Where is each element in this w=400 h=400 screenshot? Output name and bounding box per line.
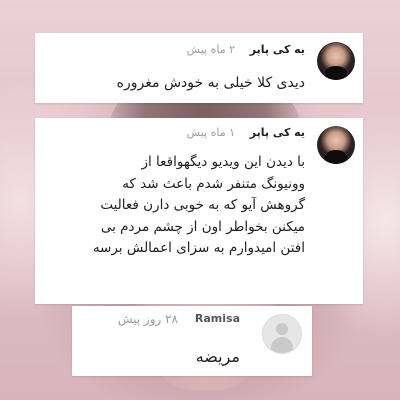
comment-line: گروهش آیو که به خوبی دارن فعالیت [100, 197, 305, 213]
comment-time: ۲۸ روز پیش [117, 312, 178, 326]
comment-card: یه کی پاپر ۱ ماه پیش با دیدن این ویدیو د… [35, 118, 363, 304]
comment-text: با دیدن این ویدیو دیگهواقعا از وونیونگ م… [93, 152, 305, 260]
comment-line: مریضه [195, 347, 240, 366]
comment-card: Ramisa ۲۸ روز پیش مریضه [72, 306, 312, 376]
comment-line: دیدی کلا خیلی به خودش مغروره [116, 75, 305, 91]
user-icon-body [271, 337, 293, 353]
user-icon-head [276, 323, 288, 335]
avatar[interactable] [262, 314, 302, 354]
comment-line: وونیونگ متنفر شدم باعث شد که [122, 175, 305, 192]
comment-text: دیدی کلا خیلی به خودش مغروره [117, 73, 305, 95]
comment-line: افتن امیدوارم به سزای اعمالش برسه [92, 240, 305, 256]
comment-author[interactable]: یه کی پاپر [250, 43, 305, 56]
avatar[interactable] [317, 42, 355, 80]
comment-line: با دیدن این ویدیو دیگهواقعا از [141, 154, 306, 170]
comment-author[interactable]: یه کی پاپر [250, 126, 305, 139]
comment-author[interactable]: Ramisa [195, 312, 240, 325]
avatar[interactable] [317, 126, 355, 164]
comment-time: ۲ ماه پیش [186, 43, 235, 56]
comment-text: مریضه [196, 346, 240, 368]
comment-line: میکنن بخواطر اون از چشم مردم بی [100, 218, 305, 235]
comment-card: یه کی پاپر ۲ ماه پیش دیدی کلا خیلی به خو… [35, 33, 363, 103]
comment-time: ۱ ماه پیش [186, 126, 235, 139]
